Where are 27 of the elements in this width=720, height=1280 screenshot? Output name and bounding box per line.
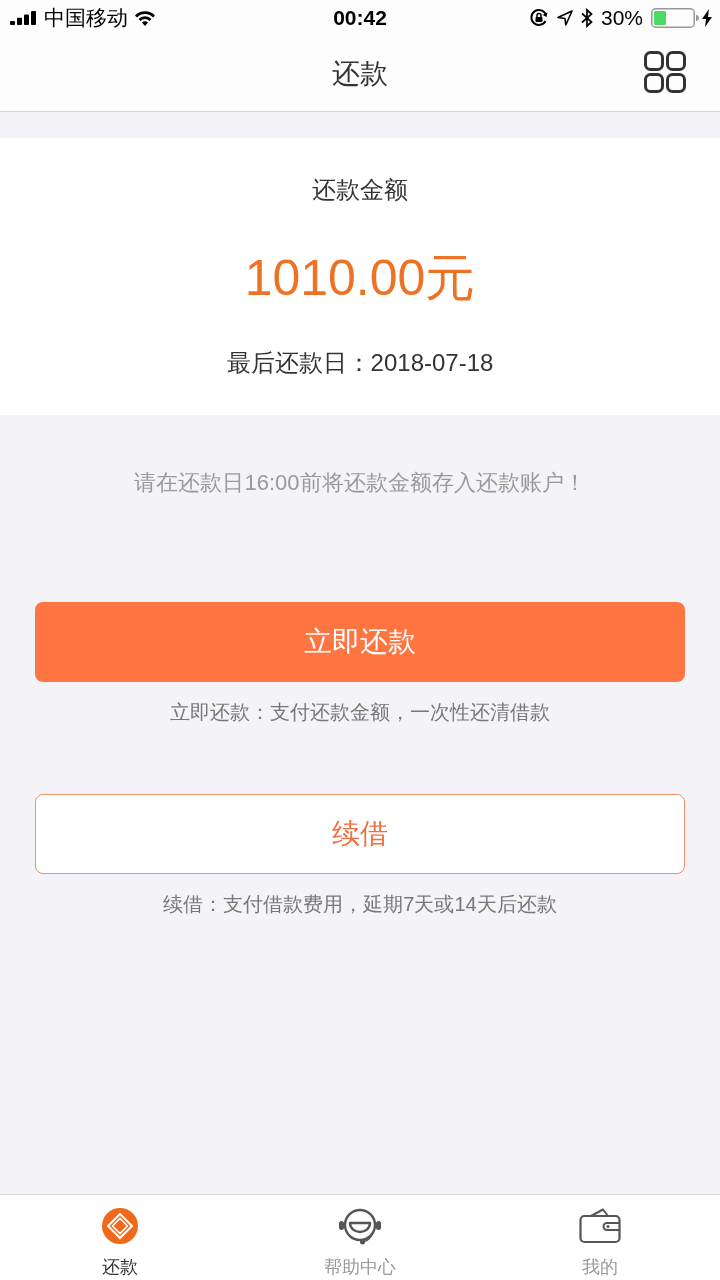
- repay-now-button[interactable]: 立即还款: [35, 602, 685, 682]
- repayment-amount: 1010.00元: [244, 249, 476, 308]
- status-time: 00:42: [333, 6, 387, 30]
- battery-percent: 30%: [600, 6, 643, 30]
- rotation-lock-icon: [528, 8, 549, 28]
- action-hint: 续借：支付借款费用，延期7天或14天后还款: [163, 892, 557, 917]
- tab-item[interactable]: 我的: [480, 1195, 720, 1280]
- carrier-name: 中国移动: [44, 5, 128, 31]
- amount-label: 还款金额: [312, 175, 408, 205]
- grid-menu-button[interactable]: [644, 51, 686, 93]
- diamond-disc-icon: [101, 1207, 139, 1245]
- tab-item[interactable]: 还款: [0, 1195, 240, 1280]
- signal-icon: [10, 11, 38, 25]
- notice-text: 请在还款日16:00前将还款金额存入还款账户！: [133, 469, 587, 497]
- grid-menu-icon: [644, 51, 686, 93]
- charging-bolt-icon: [702, 9, 712, 27]
- tab-item[interactable]: 帮助中心: [240, 1195, 480, 1280]
- action-hint: 立即还款：支付还款金额，一次性还清借款: [170, 700, 550, 725]
- battery-icon: [651, 8, 699, 28]
- bluetooth-icon: [580, 8, 593, 28]
- due-date: 最后还款日：2018-07-18: [226, 348, 494, 378]
- renew-loan-button[interactable]: 续借: [35, 794, 685, 874]
- headset-smile-icon: [337, 1207, 383, 1245]
- page-title: 还款: [332, 56, 388, 91]
- location-arrow-icon: [556, 10, 573, 26]
- wifi-icon: [134, 10, 156, 26]
- wallet-icon: [579, 1208, 621, 1244]
